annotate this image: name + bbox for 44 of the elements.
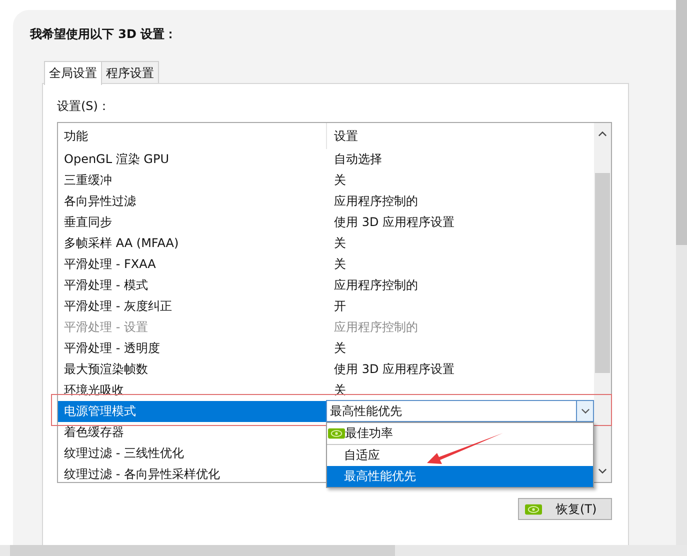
column-header[interactable]: 功能 (58, 123, 326, 149)
restore-button[interactable]: 恢复(T) (518, 498, 612, 520)
scroll-up-icon[interactable] (598, 131, 608, 137)
tab[interactable]: 程序设置 (101, 61, 159, 83)
section-heading: 我希望使用以下 3D 设置： (30, 26, 178, 42)
feature-cell[interactable]: 电源管理模式 (58, 401, 326, 422)
value-cell-text: 开 (333, 298, 346, 315)
settings-label: 设置(S)： (57, 98, 111, 114)
tab[interactable]: 全局设置 (44, 61, 102, 85)
scrollbar[interactable] (0, 545, 687, 556)
feature-cell[interactable]: 多帧采样 AA (MFAA) (58, 233, 326, 254)
feature-cell[interactable]: 平滑处理 - 模式 (58, 275, 326, 296)
value-cell-text: 使用 3D 应用程序设置 (333, 214, 455, 231)
feature-cell[interactable]: 平滑处理 - 透明度 (58, 338, 326, 359)
feature-cell[interactable]: 最大预渲染帧数 (58, 359, 326, 380)
scroll-down-icon[interactable] (598, 468, 608, 474)
value-cell-text: 应用程序控制的 (333, 193, 418, 210)
value-cell-text: 关 (333, 235, 346, 252)
dropdown-field[interactable]: 最高性能优先 (326, 400, 594, 422)
chevron-down-icon (580, 408, 590, 414)
feature-cell[interactable]: OpenGL 渲染 GPU (58, 149, 326, 170)
scrollbar[interactable] (594, 123, 611, 482)
feature-cell[interactable]: 各向异性过滤 (58, 191, 326, 212)
column-header[interactable]: 设置 (326, 123, 358, 149)
feature-cell[interactable]: 着色缓存器 (58, 422, 326, 443)
feature-cell[interactable]: 平滑处理 - 灰度纠正 (58, 296, 326, 317)
feature-cell[interactable]: 平滑处理 - FXAA (58, 254, 326, 275)
feature-cell[interactable]: 垂直同步 (58, 212, 326, 233)
value-cell-text: 关 (333, 340, 346, 357)
feature-cell[interactable]: 纹理过滤 - 三线性优化 (58, 443, 326, 464)
feature-cell[interactable]: 三重缓冲 (58, 170, 326, 191)
value-cell-text: 应用程序控制的 (333, 319, 418, 336)
value-cell-text: 自动选择 (333, 151, 382, 168)
value-cell-text: 关 (333, 256, 346, 273)
value-cell-text: 关 (333, 172, 346, 189)
eye-logo-icon (328, 428, 345, 439)
dropdown-option[interactable]: 最佳功率 (327, 423, 593, 445)
scrollbar[interactable] (676, 0, 687, 545)
eye-logo-icon (525, 504, 542, 514)
feature-cell[interactable]: 纹理过滤 - 各向异性采样优化 (58, 464, 326, 485)
dropdown-option[interactable]: 自适应 (327, 445, 593, 466)
value-cell-text: 使用 3D 应用程序设置 (333, 361, 455, 378)
value-cell-text: 应用程序控制的 (333, 277, 418, 294)
dropdown-option[interactable]: 最高性能优先 (327, 466, 593, 487)
